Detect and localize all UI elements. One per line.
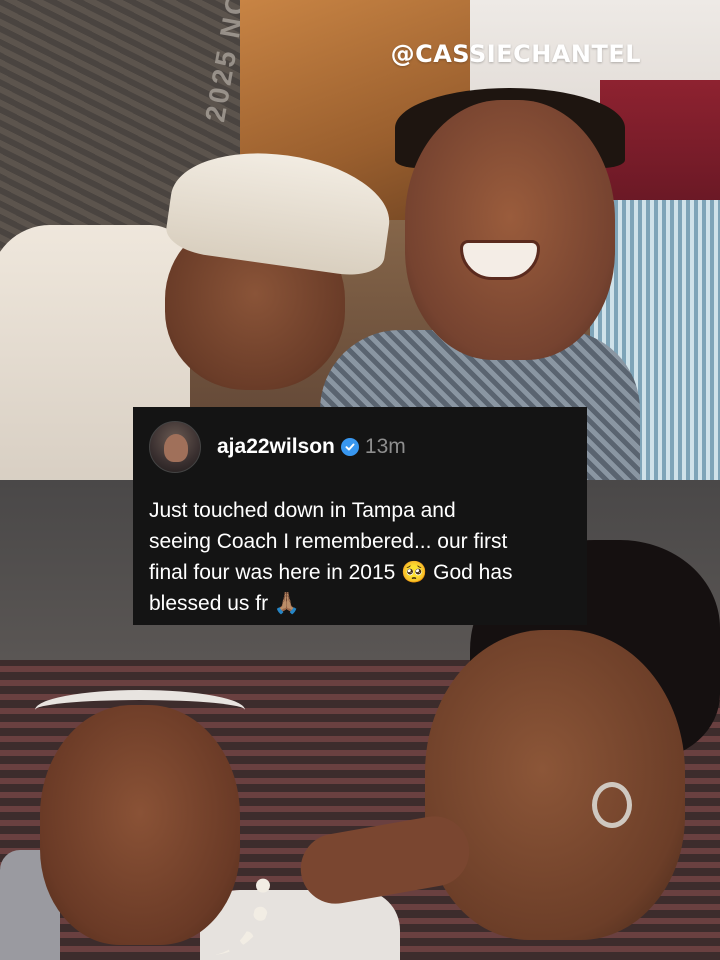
person-right-face — [425, 630, 685, 940]
avatar[interactable] — [149, 421, 201, 473]
post-card: aja22wilson 13m Just touched down in Tam… — [133, 407, 587, 625]
post-caption: Just touched down in Tampa and seeing Co… — [149, 499, 513, 615]
creator-watermark: @CASSIECHANTEL — [390, 40, 641, 68]
post-header: aja22wilson 13m — [149, 421, 569, 473]
checkmark-icon — [345, 443, 355, 451]
avatar-face — [164, 434, 188, 462]
headband — [35, 690, 245, 730]
username[interactable]: aja22wilson — [217, 435, 335, 459]
person-right-face — [405, 100, 615, 360]
post-timestamp: 13m — [364, 435, 406, 458]
hoop-earring — [592, 782, 632, 828]
verified-badge-icon — [340, 438, 359, 456]
